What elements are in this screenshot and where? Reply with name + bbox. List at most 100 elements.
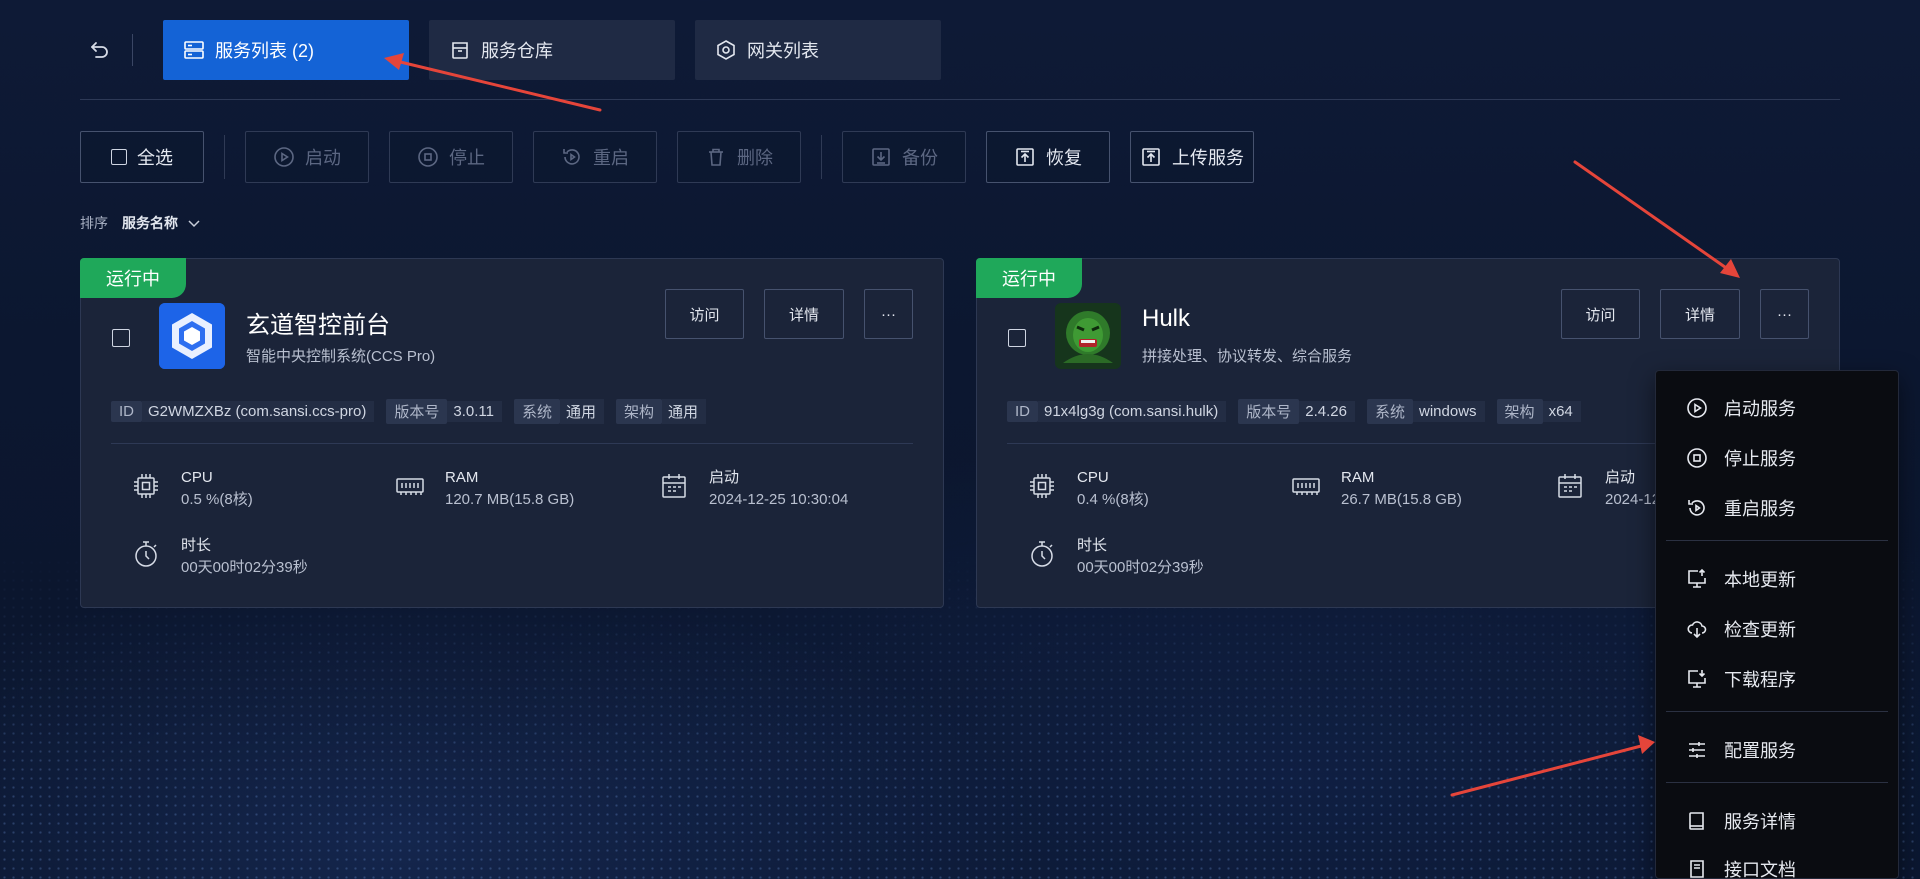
menu-label: 下载程序 (1724, 670, 1796, 690)
service-logo (159, 303, 225, 369)
service-card: 运行中 玄道智控前台 智能中央控制系统(CCS Pro) 访问 详情 ··· I… (80, 258, 944, 608)
toolbar-divider (224, 135, 225, 179)
tag-key: ID (1007, 401, 1038, 422)
restart-icon (563, 149, 580, 165)
header-divider (80, 99, 1840, 100)
service-checkbox[interactable] (1008, 329, 1026, 347)
version-tag: 版本号 2.4.26 (1238, 399, 1355, 424)
service-description: 智能中央控制系统(CCS Pro) (246, 348, 436, 365)
button-label: 全选 (137, 148, 173, 168)
monitor-upload-icon (1688, 568, 1706, 588)
trash-icon (709, 148, 723, 166)
tag-key: 版本号 (1238, 399, 1300, 424)
action-toolbar: 全选 启动 停止 重启 删除 备份 恢复 上传服务 (80, 131, 1254, 183)
checkbox-icon (111, 149, 127, 165)
restore-button[interactable]: 恢复 (986, 131, 1110, 183)
cpu-value: 0.4 %(8核) (1077, 491, 1149, 508)
cpu-label: CPU (1077, 469, 1109, 486)
version-tag: 版本号 3.0.11 (386, 399, 502, 424)
stop-button[interactable]: 停止 (389, 131, 513, 183)
top-nav: 服务列表 (2) 服务仓库 网关列表 (80, 20, 961, 80)
arrow-to-configure-service (1450, 743, 1647, 797)
upload-service-button[interactable]: 上传服务 (1130, 131, 1254, 183)
start-label: 启动 (709, 469, 740, 486)
details-button[interactable]: 详情 (764, 289, 844, 339)
menu-item-api-docs[interactable]: 接口文档 (1686, 856, 1796, 879)
service-name: Hulk (1142, 305, 1191, 332)
tag-key: 版本号 (386, 399, 448, 424)
menu-item-check-update[interactable]: 检查更新 (1686, 616, 1796, 642)
ram-stat: RAM 120.7 MB(15.8 GB) (395, 467, 574, 511)
tag-key: 架构 (1496, 399, 1543, 424)
service-name: 玄道智控前台 (246, 312, 390, 339)
arch-tag: 架构 通用 (616, 399, 707, 424)
menu-item-service-details[interactable]: 服务详情 (1686, 808, 1796, 834)
more-button[interactable]: ··· (1760, 289, 1809, 339)
service-checkbox[interactable] (112, 329, 130, 347)
menu-item-download-program[interactable]: 下载程序 (1686, 666, 1796, 692)
chevron-down-icon[interactable] (186, 215, 202, 231)
visit-button[interactable]: 访问 (1561, 289, 1640, 339)
menu-item-local-update[interactable]: 本地更新 (1686, 566, 1796, 592)
visit-button[interactable]: 访问 (665, 289, 744, 339)
system-tag: 系统 通用 (513, 399, 604, 424)
menu-label: 本地更新 (1724, 570, 1796, 590)
cpu-label: CPU (181, 469, 213, 486)
cpu-icon (1030, 474, 1054, 498)
tag-key: 架构 (616, 399, 663, 424)
arch-tag: 架构 x64 (1496, 399, 1581, 424)
duration-stat: 时长 00天00时02分39秒 (131, 535, 308, 579)
document-icon (1690, 860, 1704, 878)
button-label: 备份 (902, 148, 938, 168)
upload-icon (1142, 148, 1160, 166)
service-tags: ID 91x4lg3g (com.sansi.hulk) 版本号 2.4.26 系统… (1007, 399, 1593, 424)
play-circle-icon (1687, 398, 1707, 418)
start-time-stat: 启动 2024-12-25 10:30:04 (659, 467, 848, 511)
cloud-download-icon (1687, 621, 1707, 639)
backup-button[interactable]: 备份 (842, 131, 966, 183)
tab-gateway-list[interactable]: 网关列表 (695, 20, 941, 80)
cpu-stat: CPU 0.5 %(8核) (131, 467, 253, 511)
tag-value: windows (1413, 401, 1485, 422)
cpu-stat: CPU 0.4 %(8核) (1027, 467, 1149, 511)
select-all-button[interactable]: 全选 (80, 131, 204, 183)
delete-button[interactable]: 删除 (677, 131, 801, 183)
button-label: 删除 (737, 148, 773, 168)
menu-divider (1666, 711, 1888, 712)
service-logo (1055, 303, 1121, 369)
arrowhead (1638, 735, 1655, 754)
gateway-icon (717, 40, 735, 60)
tag-value: G2WMZXBz (com.sansi.ccs-pro) (142, 401, 375, 422)
button-label: 恢复 (1046, 148, 1082, 168)
service-description: 拼接处理、协议转发、综合服务 (1142, 348, 1353, 365)
archive-icon (452, 42, 468, 59)
service-tags: ID G2WMZXBz (com.sansi.ccs-pro) 版本号 3.0.11… (111, 399, 718, 424)
tab-service-store[interactable]: 服务仓库 (429, 20, 675, 80)
stopwatch-icon (135, 541, 157, 567)
menu-divider (1666, 782, 1888, 783)
menu-item-configure-service[interactable]: 配置服务 (1686, 737, 1796, 763)
stop-circle-icon (418, 147, 438, 167)
start-button[interactable]: 启动 (245, 131, 369, 183)
more-button[interactable]: ··· (864, 289, 913, 339)
menu-label: 停止服务 (1724, 449, 1796, 469)
tab-service-list[interactable]: 服务列表 (2) (163, 20, 409, 80)
card-divider (111, 443, 913, 444)
restart-button[interactable]: 重启 (533, 131, 657, 183)
calendar-icon (1558, 474, 1582, 498)
toolbar-divider (821, 135, 822, 179)
menu-item-restart-service[interactable]: 重启服务 (1686, 495, 1796, 521)
sort-select[interactable]: 服务名称 (122, 213, 178, 233)
calendar-icon (662, 474, 686, 498)
back-button[interactable] (80, 30, 120, 70)
play-circle-icon (274, 147, 294, 167)
menu-divider (1666, 540, 1888, 541)
tag-value: 通用 (559, 399, 604, 424)
menu-item-stop-service[interactable]: 停止服务 (1686, 445, 1796, 471)
sliders-icon (1689, 742, 1705, 758)
status-badge: 运行中 (976, 258, 1082, 298)
status-badge: 运行中 (80, 258, 186, 298)
details-button[interactable]: 详情 (1660, 289, 1740, 339)
menu-item-start-service[interactable]: 启动服务 (1686, 395, 1796, 421)
tag-value: 91x4lg3g (com.sansi.hulk) (1038, 401, 1227, 422)
